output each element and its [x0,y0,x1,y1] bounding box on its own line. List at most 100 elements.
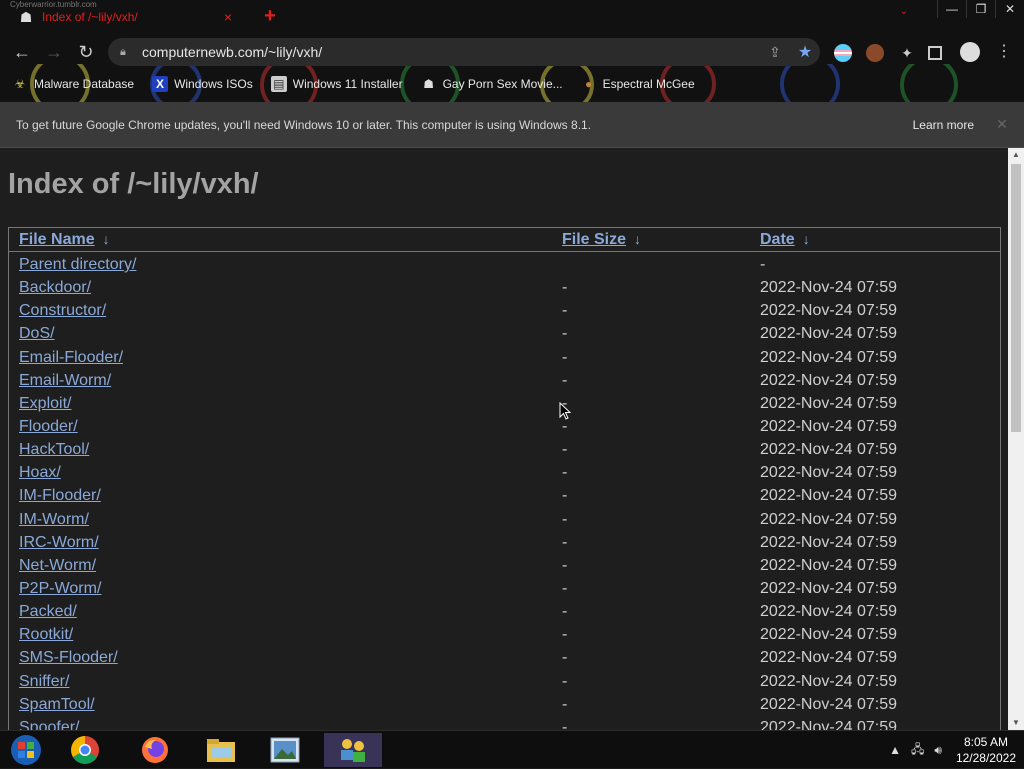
file-name-link[interactable]: SMS-Flooder/ [19,649,118,667]
table-row: IRC-Worm/ - 2022-Nov-24 07:59 [9,532,1000,555]
infobar-close-icon[interactable]: ✕ [992,116,1012,133]
learn-more-link[interactable]: Learn more [913,118,974,132]
file-name-link[interactable]: Email-Flooder/ [19,349,123,367]
installer-icon: ▤ [270,76,287,92]
restore-button[interactable]: ❐ [966,0,995,18]
extension-flag-icon[interactable] [834,44,852,62]
tab-close-icon[interactable]: × [220,9,236,25]
tab-title: Index of /~lily/vxh/ [42,10,138,24]
file-date-cell: 2022-Nov-24 07:59 [760,371,897,389]
file-date-cell: 2022-Nov-24 07:59 [760,672,897,690]
file-date-cell: 2022-Nov-24 07:59 [760,556,897,574]
file-date-cell: 2022-Nov-24 07:59 [760,626,897,644]
file-name-link[interactable]: Spoofer/ [19,719,79,730]
forward-arrow-icon[interactable]: → [42,40,66,64]
url-text[interactable]: computernewb.com/~lily/vxh/ [142,44,760,60]
tab-search-icon[interactable]: ⌄ [896,6,912,22]
minimize-button[interactable]: — [937,0,966,18]
table-row: IM-Worm/ - 2022-Nov-24 07:59 [9,509,1000,532]
file-name-link[interactable]: SpamTool/ [19,696,95,714]
kebab-menu-icon[interactable]: ⋮ [992,40,1016,64]
file-name-link[interactable]: Packed/ [19,603,77,621]
sort-by-name-link[interactable]: File Name [19,231,95,248]
profile-avatar-icon[interactable] [960,42,980,62]
column-header-name[interactable]: File Name ↓ [19,231,110,249]
file-size-cell: - [562,279,568,297]
tab-active[interactable]: ☗ Index of /~lily/vxh/ × [8,2,246,32]
bookmark-item[interactable]: ▤ Windows 11 Installer [270,76,403,92]
table-row: Parent directory/ - [9,254,1000,277]
file-size-cell: - [562,672,568,690]
network-users-icon [341,739,365,762]
new-tab-button[interactable]: + [260,6,280,26]
avatar-favicon-icon: ● [585,77,593,91]
file-size-cell: - [562,626,568,644]
column-header-size[interactable]: File Size ↓ [562,231,641,249]
extensions-puzzle-icon[interactable]: ✦ [898,44,916,62]
show-hidden-icons-icon[interactable]: ▲ [889,743,901,757]
bookmark-item[interactable]: ☣ Malware Database [12,76,134,92]
file-date-cell: 2022-Nov-24 07:59 [760,302,897,320]
table-body: Parent directory/ - Backdoor/ - 2022-Nov-24 … [9,254,1000,730]
start-button[interactable] [6,733,46,767]
back-arrow-icon[interactable]: ← [10,40,34,64]
extension-avatar-icon[interactable] [866,44,884,62]
file-explorer-icon [207,739,235,762]
sort-arrow-icon: ↓ [634,231,642,247]
scroll-down-icon[interactable]: ▼ [1008,716,1024,730]
table-row: Rootkit/ - 2022-Nov-24 07:59 [9,624,1000,647]
file-name-link[interactable]: Sniffer/ [19,673,69,691]
file-name-link[interactable]: IM-Worm/ [19,511,89,529]
file-name-link[interactable]: Exploit/ [19,395,71,413]
sort-by-size-link[interactable]: File Size [562,231,626,248]
address-bar[interactable]: 🔒︎ computernewb.com/~lily/vxh/ ⇪ ★ [108,38,820,66]
file-date-cell: 2022-Nov-24 07:59 [760,533,897,551]
bookmark-star-icon[interactable]: ★ [790,42,820,62]
file-name-link[interactable]: HackTool/ [19,441,89,459]
taskbar-chrome[interactable] [56,733,114,767]
file-size-cell: - [562,579,568,597]
file-name-link[interactable]: IM-Flooder/ [19,487,101,505]
file-name-link[interactable]: Backdoor/ [19,279,91,297]
side-panel-icon[interactable] [928,46,942,60]
file-name-link[interactable]: Hoax/ [19,464,61,482]
sort-by-date-link[interactable]: Date [760,231,795,248]
taskbar-image-viewer[interactable] [256,733,314,767]
file-name-link[interactable]: Rootkit/ [19,626,73,644]
window-controls: — ❐ ✕ [937,0,1024,18]
volume-icon[interactable]: 🔊︎ [934,743,942,758]
taskbar-firefox[interactable] [126,733,184,767]
file-name-link[interactable]: Constructor/ [19,302,106,320]
file-name-link[interactable]: DoS/ [19,325,55,343]
file-name-link[interactable]: Net-Worm/ [19,557,96,575]
reload-icon[interactable]: ↻ [74,40,98,64]
bookmark-item[interactable]: ● Espectral McGee [581,76,695,92]
taskbar-network-app[interactable] [324,733,382,767]
file-date-cell: 2022-Nov-24 07:59 [760,510,897,528]
close-window-button[interactable]: ✕ [995,0,1024,18]
bookmark-item[interactable]: X Windows ISOs [152,76,253,92]
bookmark-item[interactable]: ☗ Gay Porn Sex Movie... [421,76,562,92]
table-row: Net-Worm/ - 2022-Nov-24 07:59 [9,555,1000,578]
page-scrollbar[interactable]: ▲ ▼ [1008,148,1024,730]
file-date-cell: 2022-Nov-24 07:59 [760,579,897,597]
taskbar-file-explorer[interactable] [192,733,250,767]
file-name-link[interactable]: Email-Worm/ [19,372,111,390]
file-date-cell: 2022-Nov-24 07:59 [760,348,897,366]
tab-strip: Cyberwarrior.tumblr.com ☗ Index of /~lil… [0,0,1024,34]
sort-arrow-icon: ↓ [102,231,110,247]
file-date-cell: 2022-Nov-24 07:59 [760,649,897,667]
scroll-up-icon[interactable]: ▲ [1008,148,1024,162]
file-name-link[interactable]: IRC-Worm/ [19,534,99,552]
share-icon[interactable]: ⇪ [760,44,790,61]
scrollbar-thumb[interactable] [1011,164,1021,432]
page-title: Index of /~lily/vxh/ [8,168,259,200]
file-name-link[interactable]: Parent directory/ [19,256,136,274]
table-row: Packed/ - 2022-Nov-24 07:59 [9,601,1000,624]
taskbar-clock[interactable]: 8:05 AM 12/28/2022 [956,734,1016,766]
file-size-cell: - [562,695,568,713]
column-header-date[interactable]: Date ↓ [760,231,810,249]
file-name-link[interactable]: P2P-Worm/ [19,580,101,598]
file-name-link[interactable]: Flooder/ [19,418,78,436]
network-status-icon[interactable]: 🖧︎ [911,740,924,761]
